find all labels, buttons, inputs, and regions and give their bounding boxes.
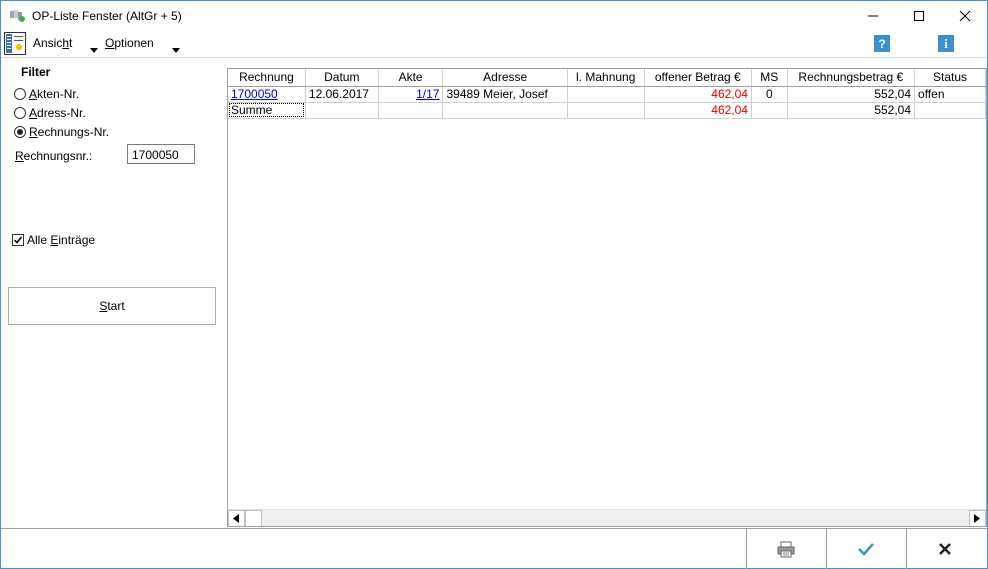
menu-bar: Ansicht Optionen ? i [1,31,987,56]
table-header-row: Rechnung Datum Akte Adresse l. Mahnung o… [228,69,986,87]
cancel-button[interactable] [906,529,986,569]
filter-title: Filter [21,65,51,79]
op-list-grid[interactable]: Rechnung Datum Akte Adresse l. Mahnung o… [227,68,987,527]
summe-offen: 462,04 [644,102,752,119]
chevron-down-icon[interactable] [172,42,180,56]
cell-datum: 12.06.2017 [305,86,379,103]
column-header[interactable]: Adresse [442,69,568,87]
radio-label: Rechnungs-Nr. [29,125,110,139]
horizontal-scrollbar[interactable] [228,509,986,526]
close-button[interactable] [942,1,988,30]
app-icon [10,10,26,22]
svg-text:?: ? [878,37,885,51]
cell-offen: 462,04 [644,86,752,103]
alle-eintraege-checkbox[interactable]: Alle Einträge [12,233,95,247]
checkbox-label: Alle Einträge [27,233,96,247]
window-title: OP-Liste Fenster (AltGr + 5) [32,9,182,23]
cell-status: offen [914,86,986,103]
column-header[interactable]: Akte [378,69,444,87]
radio-akten-nr[interactable]: Akten-Nr. [14,87,79,101]
svg-text:i: i [944,36,948,51]
help-icon[interactable]: ? [874,35,890,52]
empty-cell [751,102,788,119]
info-icon[interactable]: i [938,35,954,52]
print-button[interactable] [746,529,826,569]
summe-betrag: 552,04 [787,102,916,119]
scroll-right-button[interactable] [969,510,986,526]
data-table: Rechnung Datum Akte Adresse l. Mahnung o… [228,69,986,119]
divider [1,57,987,58]
summe-row[interactable]: Summe 462,04 552,04 [228,102,986,119]
menu-optionen[interactable]: Optionen [105,36,154,50]
radio-adress-nr[interactable]: Adress-Nr. [14,106,86,120]
empty-cell [567,102,645,119]
close-x-icon [939,543,951,555]
column-header[interactable]: Status [914,69,986,87]
summe-label[interactable]: Summe [228,102,306,119]
ok-button[interactable] [826,529,906,569]
minimize-button[interactable] [850,1,896,30]
start-button[interactable]: Start [8,287,216,325]
radio-rechnungs-nr[interactable]: Rechnungs-Nr. [14,125,109,139]
column-header[interactable]: Rechnungsbetrag € [787,69,916,87]
akte-link[interactable]: 1/17 [416,87,439,101]
column-header[interactable]: MS [751,69,788,87]
scroll-thumb[interactable] [245,510,262,526]
column-header[interactable]: Datum [305,69,379,87]
bottom-bar [1,528,987,569]
empty-cell [378,102,444,119]
chevron-down-icon[interactable] [90,42,98,56]
cell-betrag: 552,04 [787,86,916,103]
empty-cell [442,102,568,119]
radio-label: Adress-Nr. [29,106,86,120]
radio-button[interactable] [14,126,26,138]
scroll-left-button[interactable] [228,510,245,526]
view-menu-icon[interactable] [4,32,26,55]
rechnungsnr-label: Rechnungsnr.: [15,149,93,163]
checkmark-icon [858,543,874,556]
rechnungsnr-input[interactable]: 1700050 [127,144,195,164]
maximize-button[interactable] [896,1,942,30]
print-icon [777,541,795,558]
radio-label: Akten-Nr. [29,87,80,101]
radio-button[interactable] [14,88,26,100]
title-bar: OP-Liste Fenster (AltGr + 5) [1,1,987,30]
cell-ms: 0 [751,86,788,103]
column-header[interactable]: Rechnung [228,69,306,87]
column-header[interactable]: offener Betrag € [644,69,752,87]
menu-ansicht[interactable]: Ansicht [33,36,72,50]
empty-cell [305,102,379,119]
column-header[interactable]: l. Mahnung [567,69,645,87]
table-row[interactable]: 1700050 12.06.2017 1/17 39489 Meier, Jos… [228,86,986,103]
cell-adresse: 39489 Meier, Josef [442,86,568,103]
rechnung-link[interactable]: 1700050 [231,87,278,101]
radio-button[interactable] [14,107,26,119]
empty-cell [914,102,986,119]
cell-rechnung[interactable]: 1700050 [228,86,306,103]
checkbox[interactable] [12,234,24,246]
cell-akte[interactable]: 1/17 [378,86,444,103]
cell-mahnung [567,86,645,103]
